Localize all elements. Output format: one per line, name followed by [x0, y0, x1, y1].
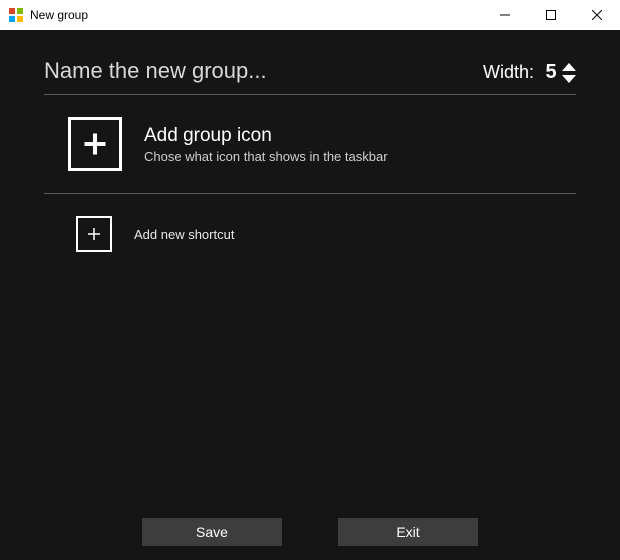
- group-icon-text: Add group icon Chose what icon that show…: [144, 125, 388, 164]
- footer: Save Exit: [0, 518, 620, 546]
- plus-icon: [81, 130, 109, 158]
- window-controls: [482, 0, 620, 30]
- app-icon: [8, 7, 24, 23]
- save-button[interactable]: Save: [142, 518, 282, 546]
- exit-button[interactable]: Exit: [338, 518, 478, 546]
- group-icon-subtitle: Chose what icon that shows in the taskba…: [144, 149, 388, 164]
- width-stepper: Width: 5: [483, 61, 576, 84]
- add-group-icon-button[interactable]: [68, 117, 122, 171]
- width-value: 5: [544, 61, 558, 84]
- titlebar[interactable]: New group: [0, 0, 620, 30]
- minimize-button[interactable]: [482, 0, 528, 30]
- plus-icon: [85, 225, 103, 243]
- client-area: Width: 5 Add group icon Chose: [0, 30, 620, 560]
- width-label: Width:: [483, 62, 534, 83]
- width-spinner: 5: [544, 61, 576, 84]
- window-title: New group: [30, 8, 482, 22]
- maximize-button[interactable]: [528, 0, 574, 30]
- window: New group Width: 5: [0, 0, 620, 560]
- add-shortcut-label: Add new shortcut: [134, 227, 234, 242]
- group-icon-title: Add group icon: [144, 125, 388, 147]
- shortcut-row: Add new shortcut: [44, 194, 576, 274]
- group-name-input[interactable]: [44, 58, 384, 84]
- group-icon-row: Add group icon Chose what icon that show…: [44, 95, 576, 194]
- width-increase-button[interactable]: [562, 63, 576, 71]
- header-row: Width: 5: [44, 58, 576, 95]
- close-button[interactable]: [574, 0, 620, 30]
- add-shortcut-button[interactable]: [76, 216, 112, 252]
- width-decrease-button[interactable]: [562, 75, 576, 83]
